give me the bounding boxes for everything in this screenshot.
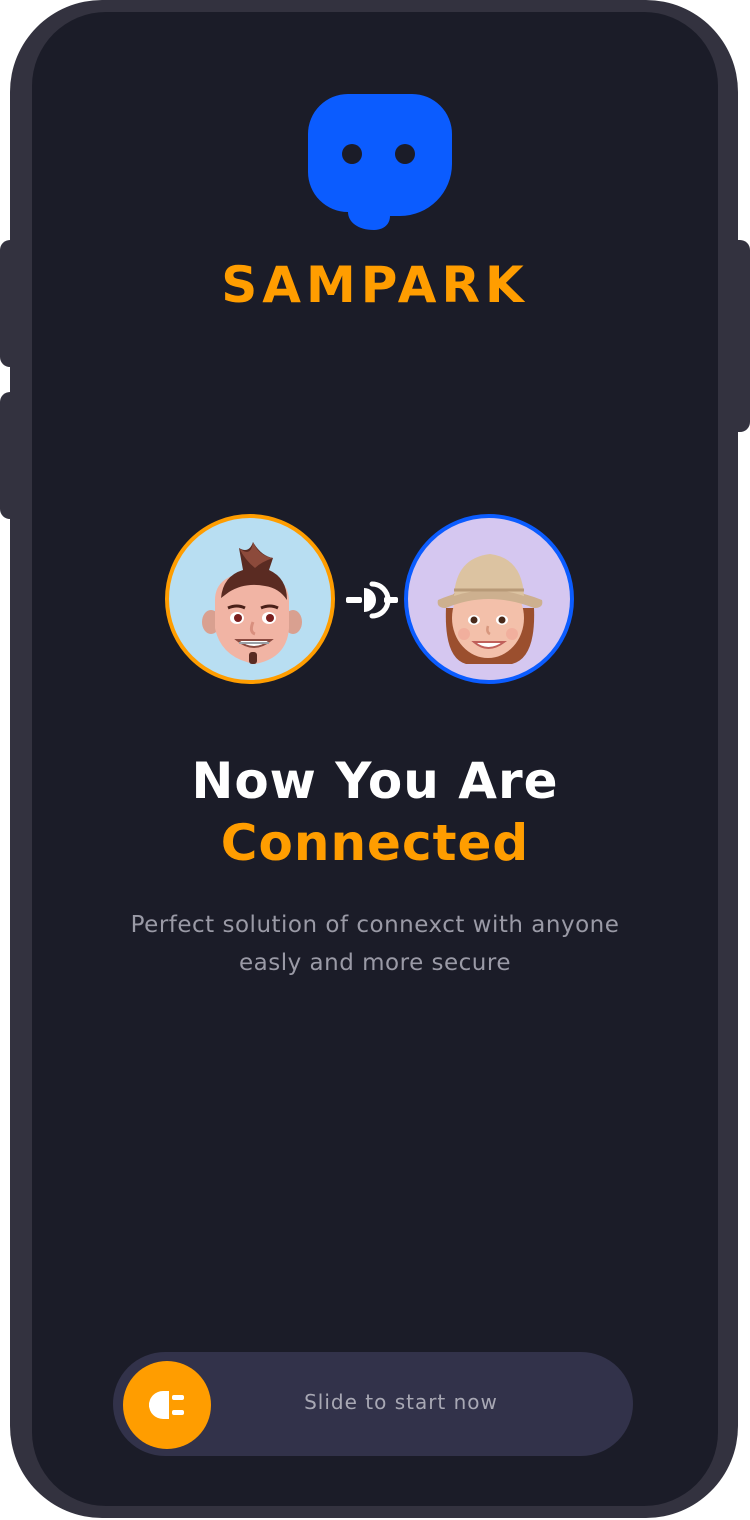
power-button <box>734 240 750 432</box>
plug-icon <box>149 1391 184 1419</box>
brand-name: SAMPARK <box>221 256 529 314</box>
headline-line-1: Now You Are <box>191 752 559 810</box>
subtitle-line-1: Perfect solution of connexct with anyone <box>130 912 620 938</box>
slider-knob[interactable] <box>123 1361 211 1449</box>
app-screen: SAMPARK Now You Are Connected Perfect so… <box>32 12 718 1506</box>
male-memoji-avatar <box>165 514 335 684</box>
female-memoji-avatar <box>404 514 574 684</box>
volume-up-button <box>0 240 16 367</box>
slider-label: Slide to start now <box>304 1390 498 1414</box>
subtitle-line-2: easly and more secure <box>239 950 511 976</box>
link-connector-icon <box>346 581 398 619</box>
female-face-icon <box>437 554 543 664</box>
male-face-icon <box>202 542 302 664</box>
headline-line-2: Connected <box>220 814 530 872</box>
volume-down-button <box>0 392 16 519</box>
slide-to-start-control[interactable]: Slide to start now <box>113 1352 633 1456</box>
subtitle: Perfect solution of connexct with anyone… <box>72 906 678 982</box>
chat-bubble-eyes-icon <box>308 94 452 230</box>
